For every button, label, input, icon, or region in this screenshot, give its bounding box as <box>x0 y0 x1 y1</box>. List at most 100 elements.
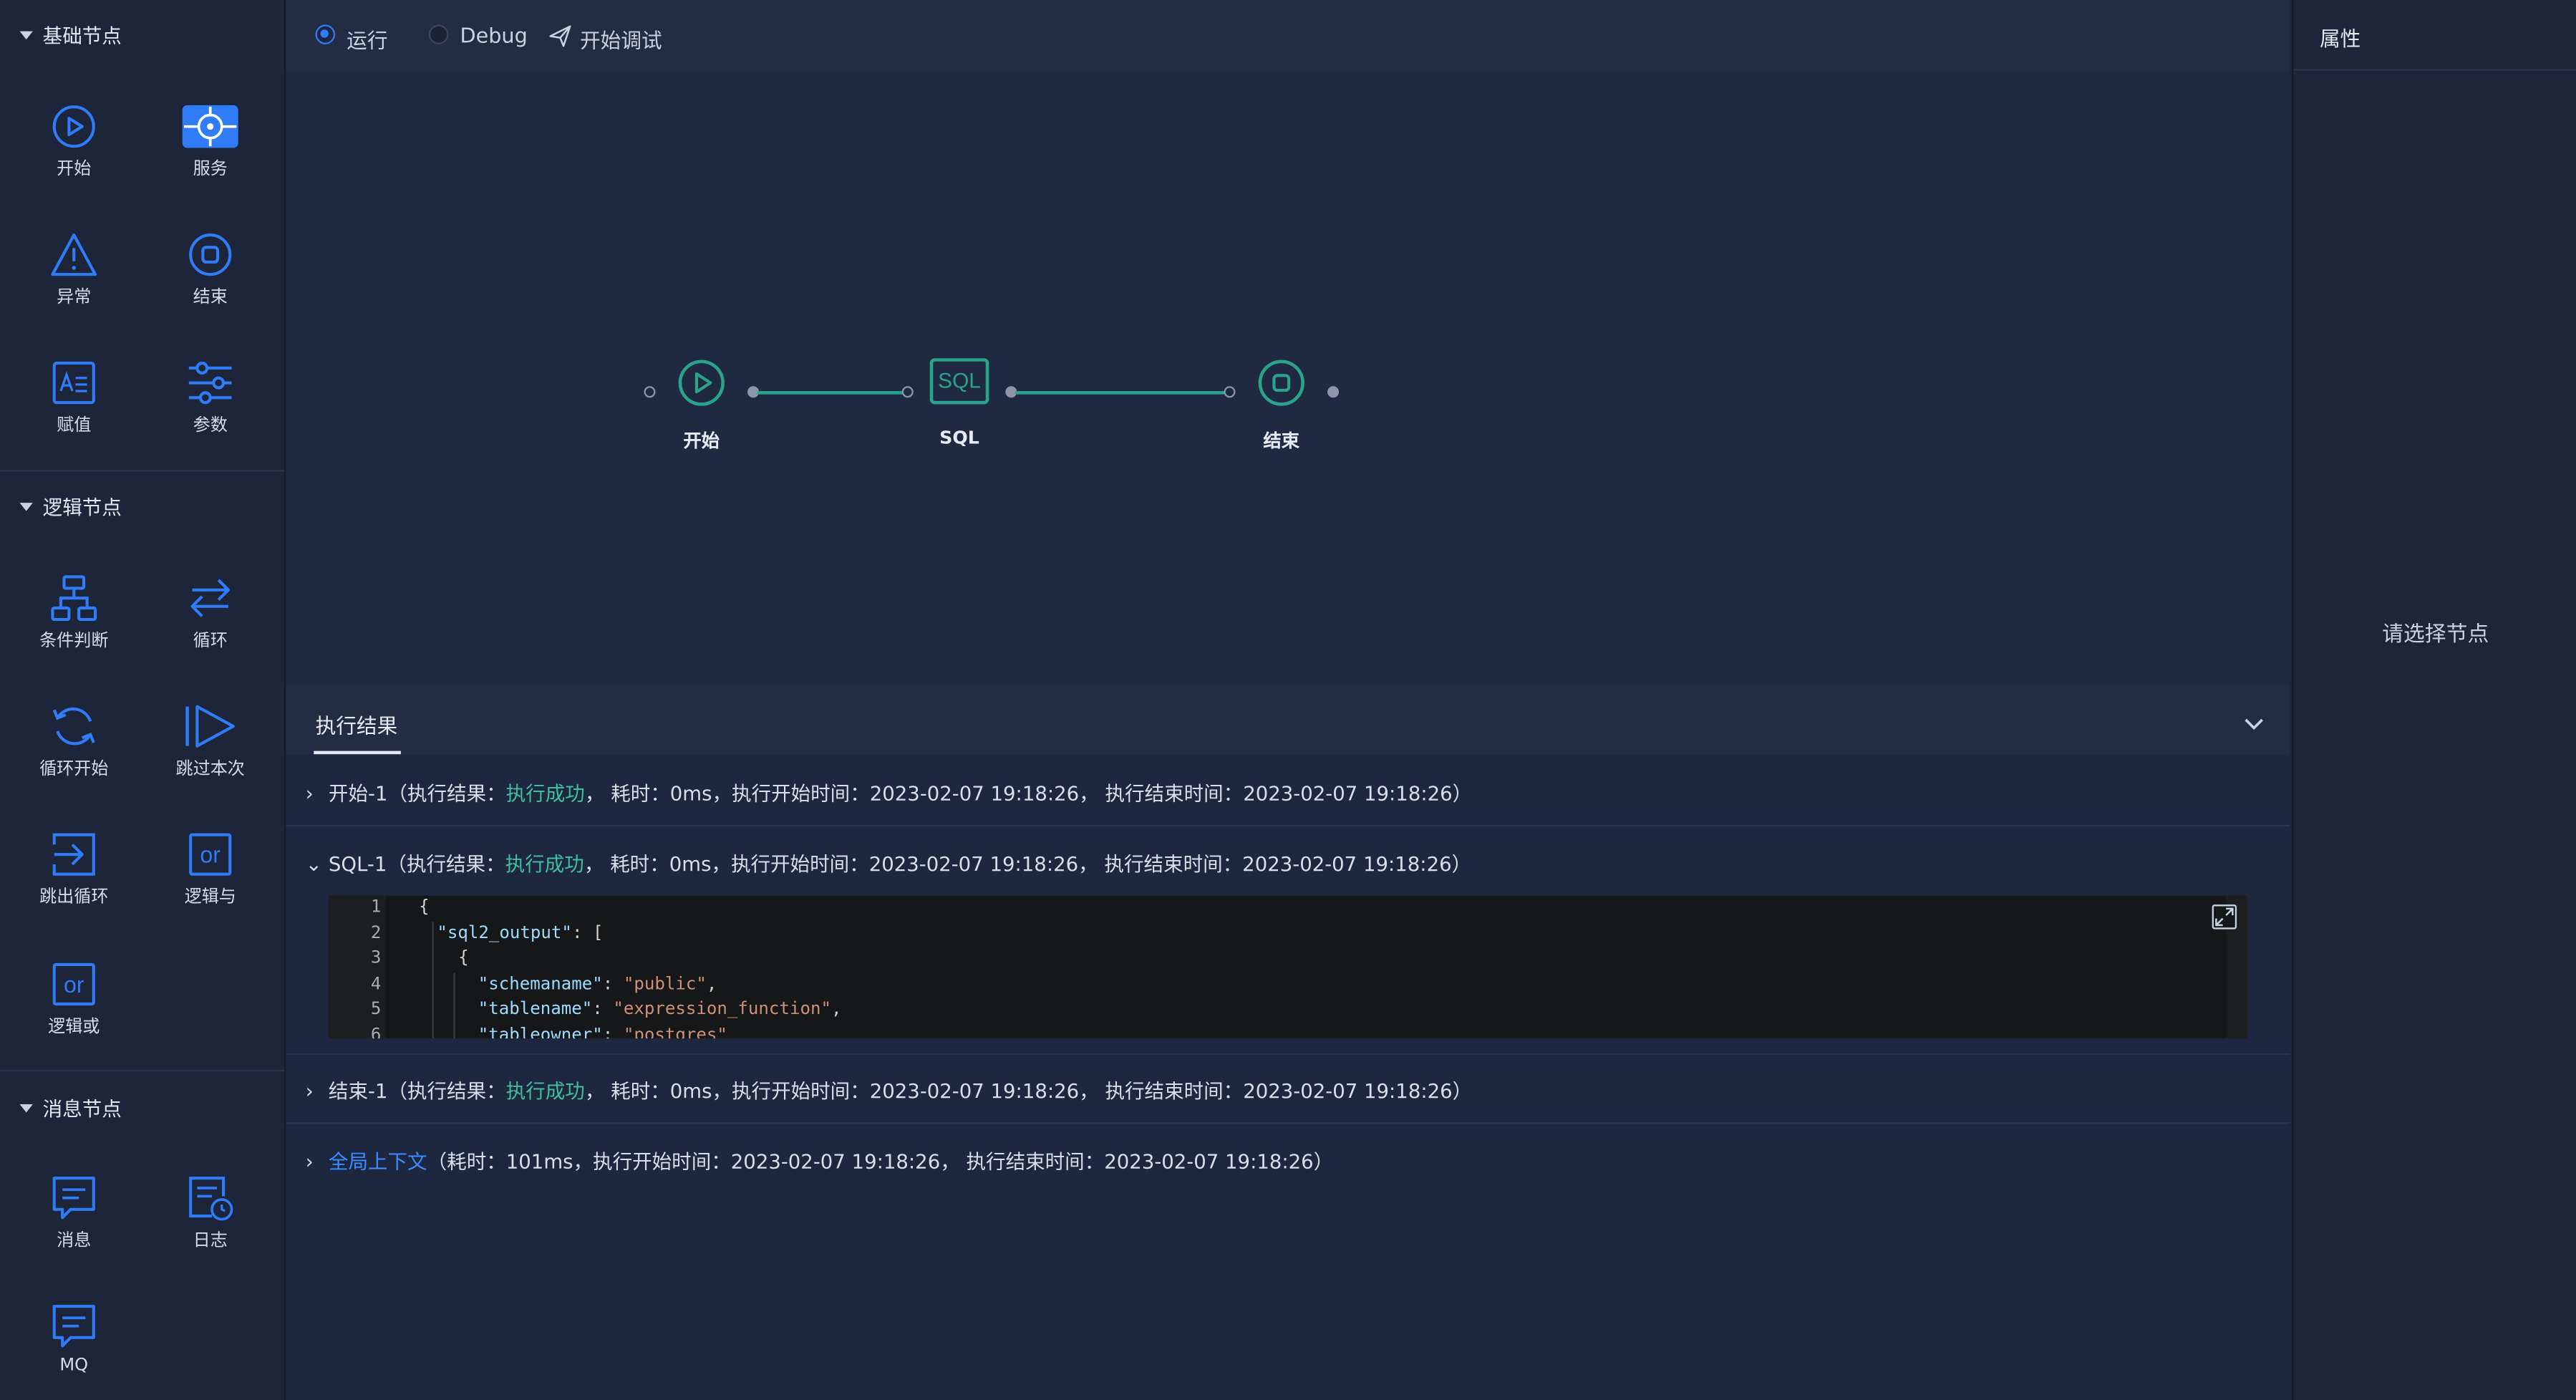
result-detail: （耗时：101ms，执行开始时间：2023-02-07 19:18:26， 执行… <box>427 1150 1334 1174</box>
palette-node-log[interactable]: 日志 <box>152 1173 268 1252</box>
chevron-right-icon[interactable]: › <box>306 782 329 805</box>
node-palette-sidebar: 基础节点 开始 服务 异常 结束 赋值 参数 逻辑节点 条件判断 循环 循环开始… <box>0 0 286 1400</box>
properties-title: 属性 <box>2319 26 2361 52</box>
json-key: "sql2_output" <box>437 923 572 944</box>
palette-node-params[interactable]: 参数 <box>152 358 268 437</box>
debug-radio-label[interactable]: Debug <box>460 23 527 47</box>
collapse-chevron-icon[interactable] <box>2244 708 2264 740</box>
palette-node-label: 结束 <box>193 287 228 308</box>
input-port[interactable] <box>644 386 656 398</box>
refresh-icon <box>52 707 95 745</box>
json-punct: , <box>706 974 717 995</box>
palette-node-label: 消息 <box>57 1230 92 1251</box>
code-line: "schemaname": "public", <box>478 975 717 995</box>
result-prefix: （执行结果： <box>387 1079 506 1103</box>
flow-node-end[interactable] <box>1256 358 1306 414</box>
result-prefix: （执行结果： <box>387 782 506 806</box>
chevron-right-icon[interactable]: › <box>306 1080 329 1103</box>
json-sep: : <box>602 974 624 995</box>
line-number: 1 <box>370 897 382 917</box>
output-port[interactable] <box>1327 386 1340 398</box>
palette-node-exception[interactable]: 异常 <box>16 230 132 309</box>
palette-node-skip[interactable]: 跳过本次 <box>152 702 268 781</box>
json-key: "schemaname" <box>478 974 603 995</box>
palette-node-loop[interactable]: 循环 <box>152 574 268 652</box>
result-row[interactable]: › 开始-1（执行结果：执行成功， 耗时：0ms，执行开始时间：2023-02-0… <box>286 779 2290 807</box>
palette-node-message[interactable]: 消息 <box>16 1173 132 1252</box>
palette-node-label: 跳出循环 <box>39 887 109 907</box>
palette-node-label: 逻辑与 <box>184 887 236 907</box>
section-divider <box>0 470 284 472</box>
input-port[interactable] <box>1224 386 1236 398</box>
results-header: 执行结果 <box>286 685 2290 755</box>
tab-results[interactable]: 执行结果 <box>316 708 398 740</box>
flow-canvas[interactable]: 开始 SQL SQL 结束 <box>286 70 2290 685</box>
assign-icon <box>52 362 95 405</box>
section-header-logic[interactable]: 逻辑节点 <box>19 493 122 521</box>
result-row-global-context[interactable]: › 全局上下文（耗时：101ms，执行开始时间：2023-02-07 19:18:… <box>286 1147 2290 1175</box>
indent-guide <box>432 922 434 1039</box>
flow-edge[interactable] <box>1015 391 1229 394</box>
row-divider <box>286 824 2290 827</box>
json-punct: : [ <box>571 923 604 944</box>
section-divider <box>0 1069 284 1072</box>
line-number: 2 <box>370 923 382 944</box>
empty-selection-hint: 请选择节点 <box>2382 622 2489 648</box>
run-toolbar: 运行 Debug 开始调试 <box>286 0 2290 71</box>
expand-fullscreen-icon[interactable] <box>2212 904 2238 935</box>
json-output-editor[interactable]: 1 2 3 4 5 6 { "sql2_output": [ { "schema… <box>328 895 2248 1039</box>
section-header-message[interactable]: 消息节点 <box>19 1094 122 1122</box>
status-success: 执行成功 <box>505 1079 585 1103</box>
play-circle-icon <box>52 105 95 148</box>
line-number: 5 <box>370 999 382 1019</box>
palette-node-end[interactable]: 结束 <box>152 230 268 309</box>
result-node-name: 结束-1 <box>328 1079 388 1103</box>
flow-node-sql[interactable]: SQL <box>929 358 989 405</box>
section-header-basic[interactable]: 基础节点 <box>19 21 122 49</box>
palette-node-loop-start[interactable]: 循环开始 <box>16 702 132 781</box>
palette-node-condition[interactable]: 条件判断 <box>16 574 132 652</box>
json-sep: : <box>592 999 614 1019</box>
json-sep: : <box>602 1025 624 1039</box>
result-row-expanded[interactable]: ⌄ SQL-1（执行结果：执行成功， 耗时：0ms，执行开始时间：2023-02-… <box>286 849 2290 877</box>
status-success: 执行成功 <box>505 782 585 806</box>
json-key: "tablename" <box>478 999 593 1019</box>
code-line: "tablename": "expression_function", <box>478 999 842 1019</box>
skip-icon <box>185 705 235 748</box>
palette-node-service[interactable]: 服务 <box>152 102 268 180</box>
start-debug-button[interactable]: 开始调试 <box>580 23 662 54</box>
debug-radio[interactable] <box>428 24 449 44</box>
radio-dot <box>320 29 329 38</box>
palette-node-assign[interactable]: 赋值 <box>16 358 132 437</box>
input-port[interactable] <box>901 386 914 398</box>
chevron-down-icon[interactable]: ⌄ <box>306 853 329 876</box>
flow-edge[interactable] <box>757 391 907 394</box>
result-detail: ， 耗时：0ms，执行开始时间：2023-02-07 19:18:26， 执行结… <box>584 852 1472 877</box>
svg-text:or: or <box>64 972 84 998</box>
send-icon[interactable] <box>548 23 571 54</box>
flow-node-label: 开始 <box>683 430 720 453</box>
run-radio-label[interactable]: 运行 <box>347 23 387 54</box>
caret-down-icon <box>19 1104 33 1113</box>
global-context-link[interactable]: 全局上下文 <box>329 1150 427 1173</box>
palette-node-mq[interactable]: MQ <box>16 1301 132 1376</box>
result-prefix: （执行结果： <box>387 852 505 877</box>
palette-node-logic-and[interactable]: or 逻辑与 <box>152 830 268 909</box>
result-node-name: SQL-1 <box>328 852 387 877</box>
result-node-name: 开始-1 <box>328 782 388 806</box>
palette-node-logic-or[interactable]: or 逻辑或 <box>16 960 132 1038</box>
mq-icon <box>52 1305 95 1348</box>
run-radio[interactable] <box>315 24 336 44</box>
palette-node-label: 异常 <box>57 287 92 308</box>
palette-node-label: 循环开始 <box>39 759 109 779</box>
json-value: "expression_function" <box>613 999 831 1019</box>
palette-node-exit-loop[interactable]: 跳出循环 <box>16 830 132 909</box>
result-detail: ， 耗时：0ms，执行开始时间：2023-02-07 19:18:26， 执行结… <box>584 782 1473 806</box>
chevron-right-icon[interactable]: › <box>306 1150 329 1173</box>
palette-node-start[interactable]: 开始 <box>16 102 132 180</box>
warning-triangle-icon <box>51 233 97 276</box>
play-circle-icon <box>678 359 725 406</box>
result-row[interactable]: › 结束-1（执行结果：执行成功， 耗时：0ms，执行开始时间：2023-02-0… <box>286 1076 2290 1104</box>
section-title: 消息节点 <box>42 1097 122 1121</box>
flow-node-start[interactable] <box>677 358 726 414</box>
